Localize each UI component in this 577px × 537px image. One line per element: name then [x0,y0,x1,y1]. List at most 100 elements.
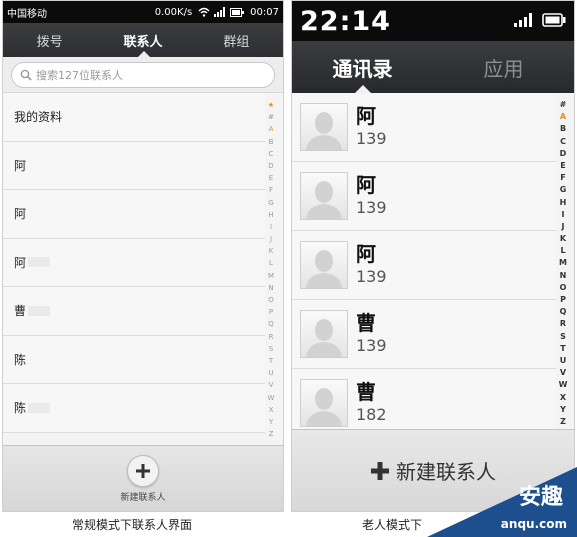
contact-name: 我的资料 [14,110,63,125]
tab-apps[interactable]: 应用 [433,41,574,93]
contact-info: 曹 182 [356,380,387,426]
index-letter[interactable]: T [560,343,565,355]
new-contact-label: 新建联系人 [120,492,166,503]
default-avatar-icon [306,319,342,357]
contact-name: 阿 [14,158,27,173]
index-letter[interactable]: W [559,379,568,391]
index-letter[interactable]: X [269,404,274,416]
index-letter[interactable]: F [560,172,565,184]
index-letter[interactable]: W [268,392,275,404]
list-item[interactable]: 阿 139 [292,162,556,231]
redacted-text [28,305,51,316]
contact-info: 曹 139 [356,311,387,357]
index-letter[interactable]: L [560,245,565,257]
index-letter[interactable]: H [560,197,567,209]
index-letter[interactable]: F [269,184,273,196]
battery-icon [230,7,245,17]
index-letter[interactable]: # [268,111,274,123]
index-letter[interactable]: J [562,221,565,233]
list-item[interactable]: 阿 139 [292,93,556,162]
search-area: 搜索127位联系人 [3,57,283,93]
index-letter[interactable]: E [269,172,273,184]
index-letter[interactable]: Q [268,318,274,330]
index-letter[interactable]: Q [560,306,567,318]
index-letter[interactable]: H [268,209,273,221]
contact-name: 阿 [356,242,376,266]
index-letter[interactable]: S [560,331,566,343]
index-letter[interactable]: E [560,160,565,172]
index-letter[interactable]: P [269,306,273,318]
elderly-mode-screen: 22:14 通讯录 应用 阿 139 阿 139 阿 139 曹 139 曹 182 # A B C D E… [291,0,575,512]
battery-icon [542,12,566,31]
index-letter[interactable]: G [560,184,567,196]
index-letter[interactable]: M [559,257,567,269]
index-letter[interactable]: Y [269,416,273,428]
list-item[interactable]: 阿 [3,141,265,190]
index-letter[interactable]: T [269,355,273,367]
index-letter[interactable]: I [562,209,565,221]
index-letter[interactable]: Y [560,404,566,416]
index-letter[interactable]: K [560,233,566,245]
index-letter[interactable]: A [560,111,566,123]
list-item[interactable]: 陈 [3,335,265,384]
list-item[interactable]: 陈 [3,384,265,433]
normal-mode-screen: 中国移动 0.00K/s 00:07 拨号 联系人 群组 搜索127位联系人 我… [2,0,284,512]
status-bar: 22:14 [292,1,574,41]
list-item[interactable]: 曹 139 [292,300,556,369]
index-letter[interactable]: ★ [268,99,274,111]
index-letter[interactable]: B [560,123,566,135]
index-letter[interactable]: J [270,233,272,245]
index-letter[interactable]: G [268,197,273,209]
index-letter[interactable]: L [269,257,273,269]
index-letter[interactable]: Z [560,416,566,428]
new-contact-button[interactable] [127,454,159,487]
alphabet-index[interactable]: # A B C D E F G H I J K L M N O P Q R S T U V W X Y Z [556,99,570,428]
tab-bar: 拨号 联系人 群组 [3,23,283,58]
watermark-url: anqu.com [500,517,567,531]
index-letter[interactable]: U [560,355,567,367]
index-letter[interactable]: C [269,148,274,160]
index-letter[interactable]: N [560,270,567,282]
index-letter[interactable]: R [560,318,566,330]
index-letter[interactable]: V [269,379,274,391]
tab-groups[interactable]: 群组 [190,23,283,57]
index-letter[interactable]: Z [269,428,274,440]
caption-elderly-mode: 老人模式下 [362,518,423,532]
tab-dialer[interactable]: 拨号 [3,23,96,57]
contact-phone: 139 [356,336,387,355]
index-letter[interactable]: I [270,221,272,233]
index-letter[interactable]: S [269,343,273,355]
index-letter[interactable]: P [560,294,566,306]
list-item-my-profile[interactable]: 我的资料 [3,93,265,142]
index-letter[interactable]: B [269,136,274,148]
index-letter[interactable]: C [560,136,566,148]
index-letter[interactable]: O [560,282,567,294]
index-letter[interactable]: N [268,282,273,294]
index-letter[interactable]: K [269,245,274,257]
contact-phone: 139 [356,267,387,286]
index-letter[interactable]: X [560,392,566,404]
list-item[interactable]: 曹 182 [292,369,556,438]
index-letter[interactable]: R [269,331,274,343]
list-item[interactable]: 阿 [3,190,265,239]
contact-name: 阿 [356,104,376,128]
index-letter[interactable]: V [560,367,566,379]
status-time: 22:14 [300,5,391,37]
list-item[interactable]: 曹 [3,287,265,336]
search-input[interactable]: 搜索127位联系人 [11,62,275,88]
index-letter[interactable]: M [268,270,274,282]
alphabet-index[interactable]: ★ # A B C D E F G H I J K L M N O P Q R S T U V W X Y Z [265,99,277,440]
active-tab-indicator [137,51,151,58]
contact-name: 阿 [14,255,27,270]
list-item[interactable]: 阿 139 [292,231,556,300]
index-letter[interactable]: O [268,294,274,306]
index-letter[interactable]: A [269,123,274,135]
index-letter[interactable]: U [268,367,273,379]
index-letter[interactable]: D [268,160,273,172]
signal-icon [514,12,534,31]
index-letter[interactable]: # [560,99,567,111]
list-item[interactable]: 阿 [3,238,265,287]
contact-phone: 139 [356,198,387,217]
avatar [300,241,348,289]
index-letter[interactable]: D [560,148,567,160]
